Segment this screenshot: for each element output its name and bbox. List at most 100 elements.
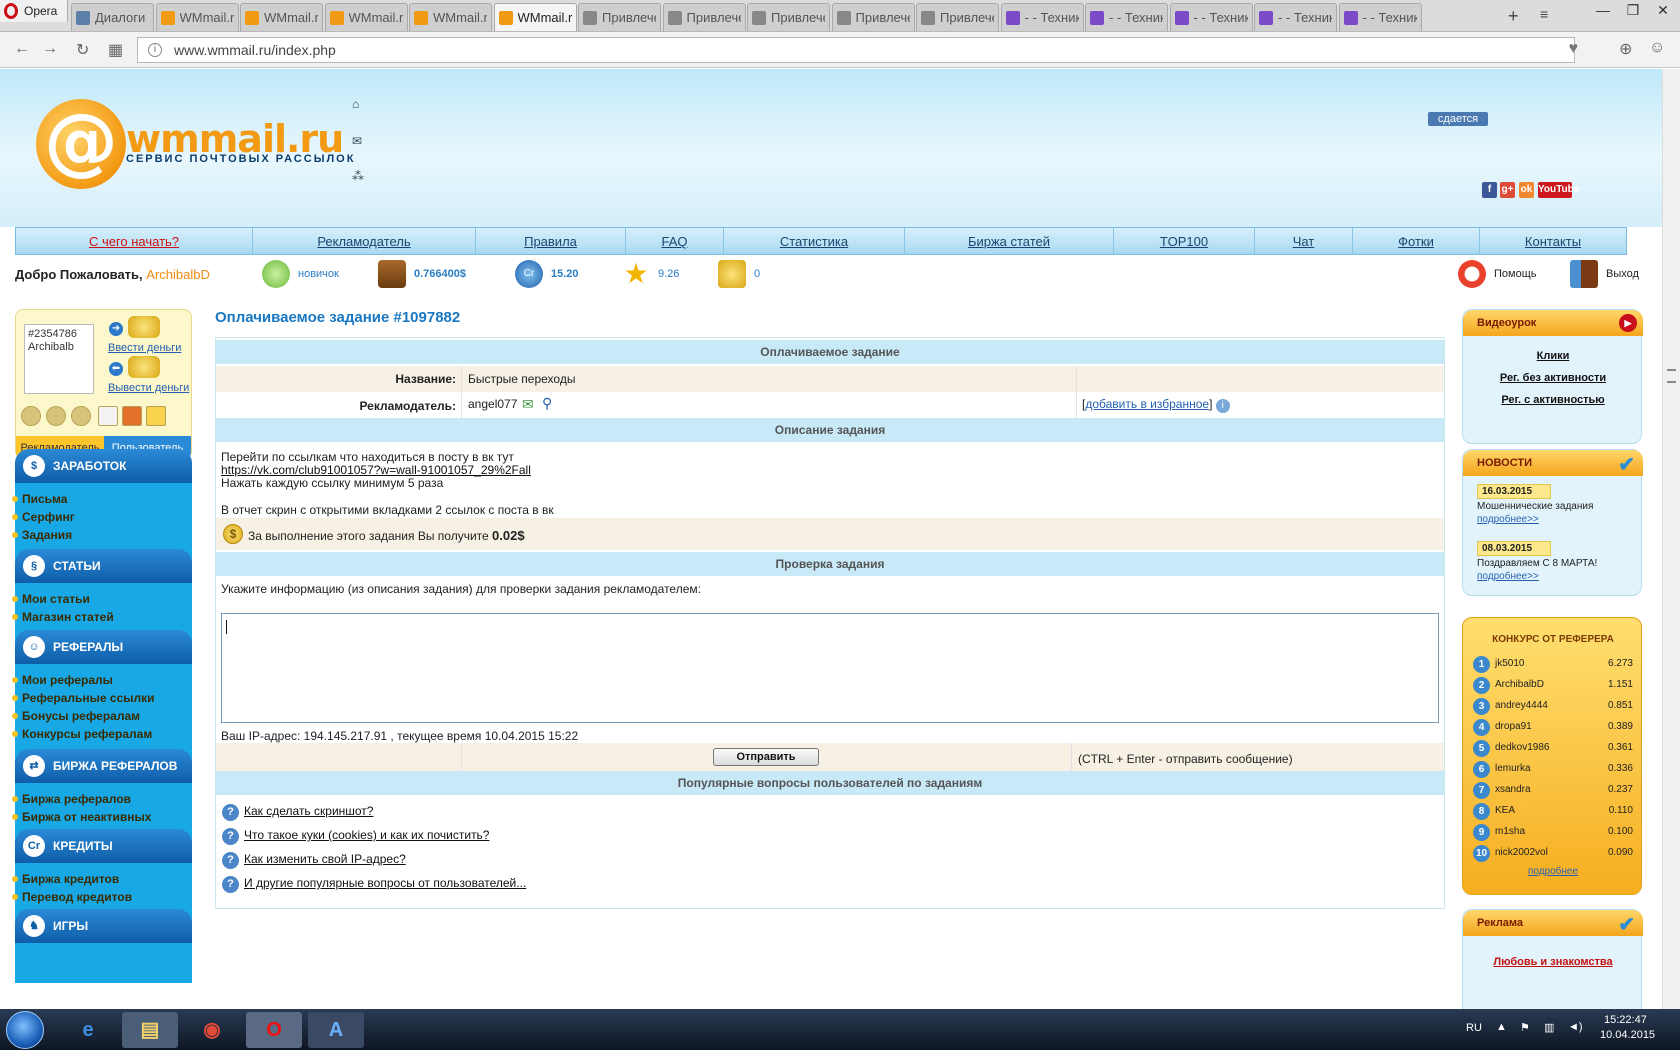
rent-badge[interactable]: сдается	[1428, 112, 1488, 126]
scroll-thumb[interactable]	[1667, 369, 1676, 383]
network-icon[interactable]: ▥	[1544, 1021, 1554, 1034]
logout-link[interactable]: Выход	[1570, 257, 1639, 291]
menu-advertiser[interactable]: Рекламодатель	[253, 228, 476, 254]
page-scrollbar[interactable]	[1662, 69, 1680, 1009]
menu-faq[interactable]: FAQ	[626, 228, 724, 254]
volume-icon[interactable]: ◄)	[1568, 1021, 1583, 1033]
faq-link[interactable]: Как сделать скриншот?	[244, 804, 373, 818]
nav-item[interactable]: Магазин статей	[12, 610, 114, 624]
ads-link[interactable]: Любовь и знакомства	[1463, 956, 1643, 968]
nav-item[interactable]: Серфинг	[12, 510, 75, 524]
browser-tab[interactable]: WMmail.ru	[324, 3, 408, 31]
browser-tab[interactable]: Привлечение	[662, 3, 746, 31]
url-field[interactable]: i www.wmmail.ru/index.php ♥	[137, 37, 1578, 63]
speed-dial-icon[interactable]: ▦	[108, 40, 123, 60]
browser-tab[interactable]: WMmail.ru	[409, 3, 492, 31]
menu-chat[interactable]: Чат	[1255, 228, 1353, 254]
video-link-clicks[interactable]: Клики	[1463, 350, 1643, 362]
nav-item[interactable]: Мои статьи	[12, 592, 90, 606]
add-to-favorites-link[interactable]: добавить в избранное	[1085, 397, 1209, 411]
browser-tab[interactable]: Диалоги	[71, 3, 154, 31]
menu-contacts[interactable]: Контакты	[1480, 228, 1626, 254]
odnoklassniki-icon[interactable]: ok	[1519, 182, 1534, 198]
nav-section-header[interactable]: ⇄ БИРЖА РЕФЕРАЛОВ	[15, 749, 192, 783]
explorer-icon[interactable]: ▤	[122, 1012, 178, 1048]
menu-start[interactable]: С чего начать?	[16, 228, 253, 254]
menu-photos[interactable]: Фотки	[1353, 228, 1480, 254]
youtube-icon[interactable]: YouTube	[1538, 182, 1579, 198]
nav-item[interactable]: Биржа от неактивных	[11, 810, 151, 824]
restore-icon[interactable]: ❐	[1618, 2, 1648, 19]
mail-icon[interactable]: ✉	[352, 134, 362, 148]
nav-item[interactable]: Биржа рефералов	[11, 792, 131, 806]
play-icon[interactable]: ▶	[1619, 314, 1637, 332]
send-message-icon[interactable]: ✉	[522, 396, 534, 413]
bookmark-heart-icon[interactable]: ♥	[1569, 40, 1579, 58]
home-icon[interactable]: ⌂	[352, 97, 359, 111]
help-link[interactable]: Помощь	[1458, 257, 1537, 291]
faq-link[interactable]: Что такое куки (cookies) и как их почист…	[244, 828, 489, 842]
download-icon[interactable]: ⊕	[1619, 39, 1632, 59]
clock-time[interactable]: 15:22:47	[1604, 1014, 1647, 1026]
google-plus-icon[interactable]: g+	[1500, 182, 1515, 198]
start-button[interactable]	[6, 1011, 44, 1049]
opera-taskbar-icon[interactable]: O	[246, 1012, 302, 1048]
browser-tab[interactable]: Привлечение	[578, 3, 661, 31]
nav-item[interactable]: Задания	[11, 528, 72, 542]
tray-arrow-icon[interactable]: ▲	[1496, 1021, 1507, 1033]
nav-section-header[interactable]: ☺ РЕФЕРАЛЫ	[15, 630, 192, 664]
info-icon[interactable]: i	[1215, 399, 1230, 413]
language-indicator[interactable]: RU	[1466, 1022, 1482, 1034]
browser-tab[interactable]: WMmail.ru	[240, 3, 323, 31]
forward-icon[interactable]: →	[42, 40, 58, 58]
nav-item[interactable]: Биржа кредитов	[11, 872, 119, 886]
avatar[interactable]: #2354786 Archibalb	[24, 324, 94, 394]
site-info-icon[interactable]: i	[148, 43, 162, 57]
browser-tab[interactable]: - - Техника	[1338, 3, 1422, 31]
browser-tab[interactable]: Привлечение	[916, 3, 999, 31]
flag-icon[interactable]: ⚑	[1520, 1021, 1530, 1034]
browser-tab[interactable]: WMmail.ru	[493, 3, 577, 31]
chrome-icon[interactable]: ◉	[184, 1012, 240, 1048]
withdraw-link[interactable]: Вывести деньги	[108, 382, 189, 394]
username[interactable]: ArchibalbD	[146, 267, 210, 282]
sitemap-icon[interactable]: ⁂	[352, 169, 364, 183]
video-link-reg-no-activity[interactable]: Рег. без активности	[1463, 372, 1643, 384]
minimize-icon[interactable]: —	[1588, 2, 1618, 18]
new-tab-button[interactable]: +	[1508, 6, 1519, 27]
nav-section-header[interactable]: Cr КРЕДИТЫ	[15, 829, 192, 863]
browser-tab[interactable]: Привлечение	[747, 3, 830, 31]
magnifier-icon[interactable]: ⚲	[542, 395, 552, 412]
logo-at-icon[interactable]: @	[36, 99, 126, 189]
news-more-link[interactable]: подробнее>>	[1477, 571, 1539, 582]
tab-menu-icon[interactable]: ≡	[1540, 6, 1548, 22]
opera-menu-button[interactable]: Opera	[0, 0, 68, 22]
close-window-icon[interactable]: ✕	[1648, 2, 1678, 19]
account-icon[interactable]: ☺	[1649, 39, 1665, 57]
ie-icon[interactable]: e	[60, 1012, 116, 1048]
clock-date[interactable]: 10.04.2015	[1600, 1029, 1655, 1041]
menu-statistics[interactable]: Статистика	[724, 228, 905, 254]
nav-item[interactable]: Письма	[11, 492, 67, 506]
menu-rules[interactable]: Правила	[476, 228, 626, 254]
reload-icon[interactable]: ↻	[76, 40, 89, 60]
nav-item[interactable]: Перевод кредитов	[11, 890, 132, 904]
browser-tab[interactable]: Привлечение	[831, 3, 915, 31]
browser-tab[interactable]: - - Техника	[1000, 3, 1084, 31]
nav-section-header[interactable]: $ ЗАРАБОТОК	[15, 449, 192, 483]
nav-section-header[interactable]: ♞ ИГРЫ	[15, 909, 192, 943]
browser-tab[interactable]: - - Техника	[1169, 3, 1253, 31]
browser-tab[interactable]: - - Техника	[1254, 3, 1337, 31]
faq-link[interactable]: Как изменить свой IP-адрес?	[244, 852, 406, 866]
report-textarea[interactable]	[221, 613, 1439, 723]
send-button[interactable]: Отправить	[713, 748, 819, 766]
nav-item[interactable]: Реферальные ссылки	[12, 691, 155, 705]
description-link[interactable]: https://vk.com/club91001057?w=wall-91001…	[221, 463, 531, 477]
nav-item[interactable]: Мои рефералы	[12, 673, 113, 687]
nav-item[interactable]: Конкурсы рефералам	[11, 727, 152, 741]
contest-more-link[interactable]: подробнее	[1463, 866, 1643, 877]
video-link-reg-activity[interactable]: Рег. с активностью	[1463, 394, 1643, 406]
deposit-link[interactable]: Ввести деньги	[108, 342, 181, 354]
browser-tab[interactable]: - - Техника	[1085, 3, 1168, 31]
app-icon[interactable]: A	[308, 1012, 364, 1048]
